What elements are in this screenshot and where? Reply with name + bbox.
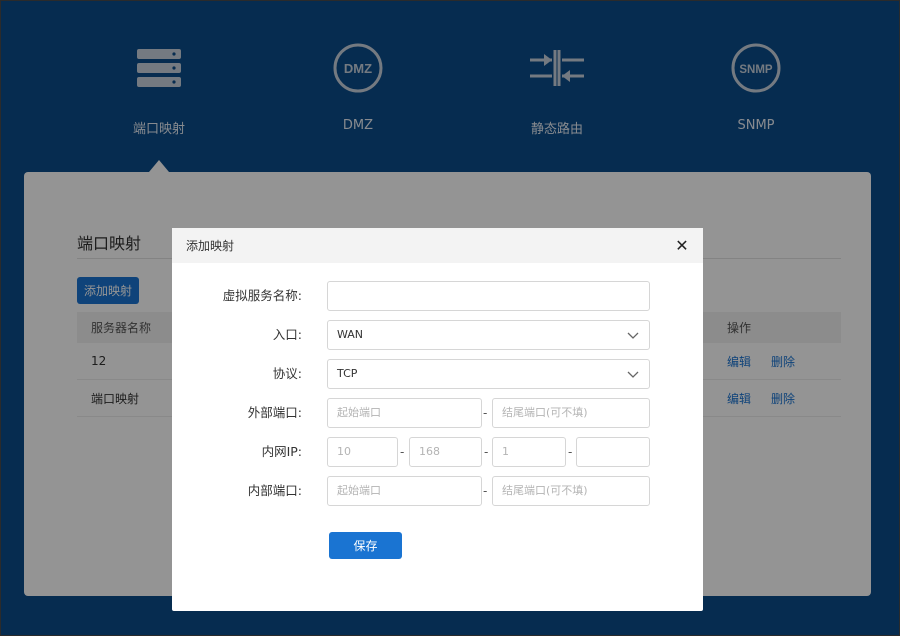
dialog-header: 添加映射 ✕ — [172, 228, 703, 263]
service-name-input[interactable] — [327, 281, 650, 311]
save-button[interactable]: 保存 — [329, 532, 402, 559]
chevron-down-icon — [627, 371, 639, 378]
form-row-internal-ip: 内网IP: 10 - 168 - 1 - — [172, 437, 703, 467]
external-port-start-input[interactable]: 起始端口 — [327, 398, 482, 428]
form-row-internal-port: 内部端口: 起始端口 - 结尾端口(可不填) — [172, 476, 703, 506]
external-port-end-input[interactable]: 结尾端口(可不填) — [492, 398, 650, 428]
add-mapping-dialog: 添加映射 ✕ 虚拟服务名称: 入口: WAN 协议: TCP 外部端口: 起始端… — [172, 228, 703, 611]
field-label: 虚拟服务名称: — [222, 288, 302, 303]
field-label: 外部端口: — [247, 405, 302, 420]
ip-octet-2-input[interactable]: 168 — [409, 437, 482, 467]
form-row-service-name: 虚拟服务名称: — [172, 281, 703, 311]
ip-octet-3-input[interactable]: 1 — [492, 437, 566, 467]
field-label: 内部端口: — [247, 483, 302, 498]
close-icon[interactable]: ✕ — [673, 236, 691, 255]
internal-port-end-input[interactable]: 结尾端口(可不填) — [492, 476, 650, 506]
dialog-title: 添加映射 — [186, 239, 235, 253]
field-label: 内网IP: — [261, 444, 302, 459]
ip-octet-1-input[interactable]: 10 — [327, 437, 398, 467]
form-row-external-port: 外部端口: 起始端口 - 结尾端口(可不填) — [172, 398, 703, 428]
entry-select[interactable]: WAN — [327, 320, 650, 350]
internal-port-start-input[interactable]: 起始端口 — [327, 476, 482, 506]
field-label: 协议: — [272, 366, 302, 381]
range-separator: - — [483, 484, 488, 498]
ip-octet-4-input[interactable] — [576, 437, 650, 467]
form-row-protocol: 协议: TCP — [172, 359, 703, 389]
ip-separator: - — [484, 445, 489, 459]
protocol-select[interactable]: TCP — [327, 359, 650, 389]
ip-separator: - — [568, 445, 573, 459]
field-label: 入口: — [272, 327, 302, 342]
form-row-entry: 入口: WAN — [172, 320, 703, 350]
chevron-down-icon — [627, 332, 639, 339]
ip-separator: - — [400, 445, 405, 459]
protocol-select-value: TCP — [337, 367, 358, 380]
entry-select-value: WAN — [337, 328, 364, 341]
range-separator: - — [483, 406, 488, 420]
